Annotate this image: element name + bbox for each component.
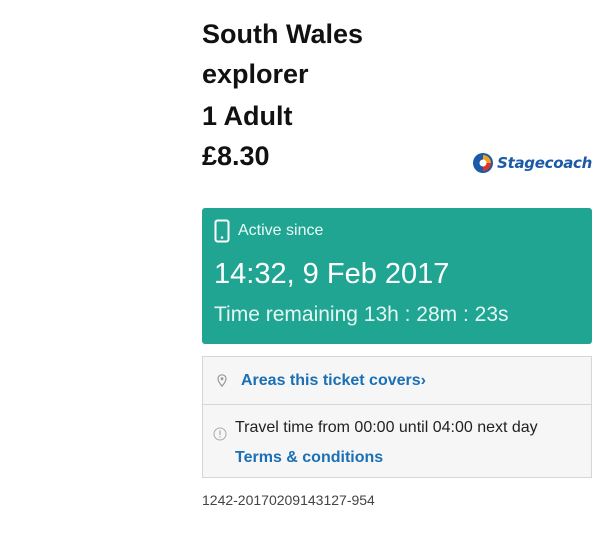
terms-link[interactable]: Terms & conditions [235,447,538,469]
ticket-reference: 1242-20170209143127-954 [202,492,375,508]
areas-row[interactable]: Areas this ticket covers› [203,357,591,405]
operator-logo-text: Stagecoach [497,154,592,172]
ticket-card: South Wales explorer 1 Adult £8.30 Stage… [202,14,592,508]
ticket-header: South Wales explorer 1 Adult £8.30 Stage… [202,14,592,200]
active-since-time: 14:32, 9 Feb 2017 [214,258,450,290]
active-since-row: Active since [214,218,582,244]
ticket-info-box: Areas this ticket covers› Travel time fr… [202,356,592,478]
chevron-right-icon: › [420,371,426,389]
travel-time-text: Travel time from 00:00 until 04:00 next … [235,419,538,436]
info-icon [213,427,227,441]
areas-link[interactable]: Areas this ticket covers› [241,372,426,390]
operator-logo: Stagecoach [472,152,592,174]
phone-icon [214,219,230,243]
areas-link-label: Areas this ticket covers [241,371,421,389]
travel-info-content: Travel time from 00:00 until 04:00 next … [235,417,538,469]
ticket-title: South Wales explorer [202,19,364,89]
passenger-type: 1 Adult [202,101,293,131]
ticket-screen: South Wales explorer 1 Adult £8.30 Stage… [0,0,600,548]
active-status-card: Active since 14:32, 9 Feb 2017 Time rema… [202,208,592,344]
travel-info-row: Travel time from 00:00 until 04:00 next … [203,405,591,477]
active-since-label: Active since [238,222,324,239]
stagecoach-logo-icon [473,153,494,173]
time-remaining: Time remaining 13h : 28m : 23s [214,303,509,326]
location-pin-icon [217,374,227,387]
